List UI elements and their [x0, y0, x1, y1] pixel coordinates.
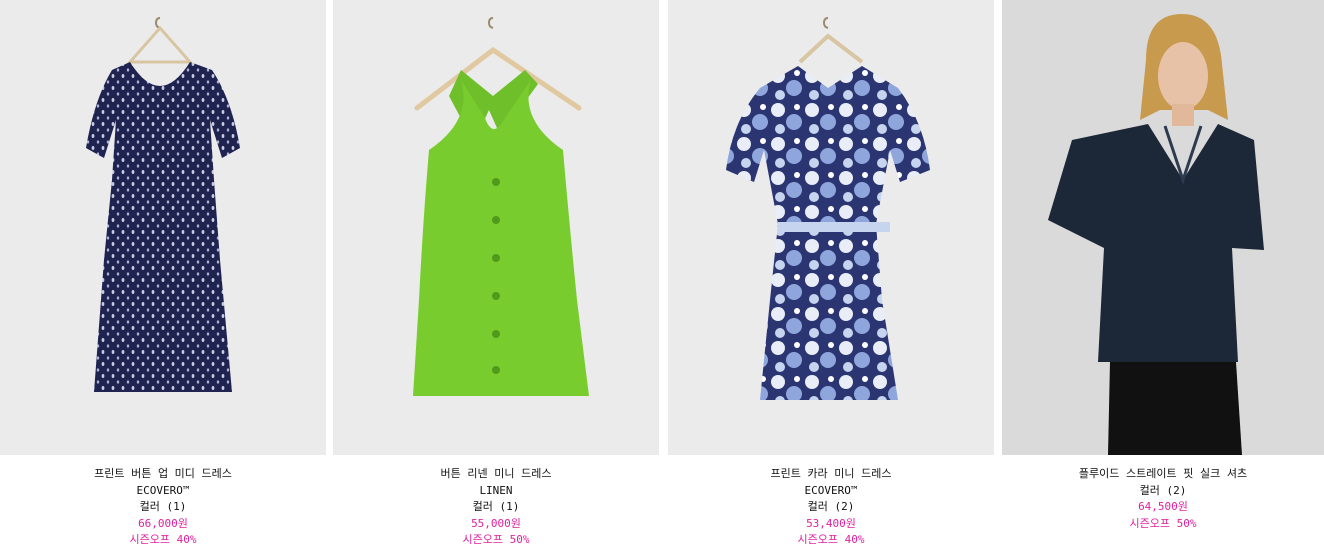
sale-badge: 시즌오프 40%	[797, 533, 865, 546]
product-card[interactable]: 프린트 버튼 업 미디 드레스 ECOVERO™ 컬러 (1) 66,000원 …	[0, 0, 326, 556]
product-grid: 프린트 버튼 업 미디 드레스 ECOVERO™ 컬러 (1) 66,000원 …	[0, 0, 1324, 556]
product-material: LINEN	[479, 483, 513, 497]
sale-badge: 시즌오프 50%	[462, 533, 530, 546]
product-name[interactable]: 프린트 카라 미니 드레스	[668, 466, 994, 483]
product-image[interactable]	[333, 0, 659, 455]
product-material: ECOVERO™	[136, 483, 190, 497]
sale-badge: 시즌오프 50%	[1129, 516, 1197, 530]
product-price: 66,000원	[138, 516, 188, 530]
product-card[interactable]: 버튼 리넨 미니 드레스 LINEN 컬러 (1) 55,000원 시즌오프 5…	[333, 0, 659, 556]
color-count: 컬러 (2)	[807, 500, 855, 513]
color-count: 컬러 (1)	[472, 500, 520, 513]
product-info: 프린트 버튼 업 미디 드레스 ECOVERO™ 컬러 (1) 66,000원 …	[0, 466, 326, 549]
product-image[interactable]	[0, 0, 326, 455]
product-info: 버튼 리넨 미니 드레스 LINEN 컬러 (1) 55,000원 시즌오프 5…	[333, 466, 659, 549]
color-count: 컬러 (1)	[139, 500, 187, 513]
sale-badge: 시즌오프 40%	[129, 533, 197, 546]
product-card[interactable]: 프린트 카라 미니 드레스 ECOVERO™ 컬러 (2) 53,400원 시즌…	[668, 0, 994, 556]
product-name[interactable]: 버튼 리넨 미니 드레스	[333, 466, 659, 483]
product-image[interactable]	[668, 0, 994, 455]
product-info: 플루이드 스트레이트 핏 실크 셔츠 컬러 (2) 64,500원 시즌오프 5…	[1002, 466, 1324, 532]
product-info: 프린트 카라 미니 드레스 ECOVERO™ 컬러 (2) 53,400원 시즌…	[668, 466, 994, 549]
product-price: 53,400원	[806, 516, 856, 530]
product-material: ECOVERO™	[804, 483, 858, 497]
color-count: 컬러 (2)	[1139, 483, 1187, 497]
product-name[interactable]: 플루이드 스트레이트 핏 실크 셔츠	[1002, 466, 1324, 483]
product-image[interactable]	[1002, 0, 1324, 455]
product-price: 64,500원	[1138, 500, 1188, 513]
product-name[interactable]: 프린트 버튼 업 미디 드레스	[0, 466, 326, 483]
product-card[interactable]: 플루이드 스트레이트 핏 실크 셔츠 컬러 (2) 64,500원 시즌오프 5…	[1002, 0, 1324, 556]
product-price: 55,000원	[471, 516, 521, 530]
